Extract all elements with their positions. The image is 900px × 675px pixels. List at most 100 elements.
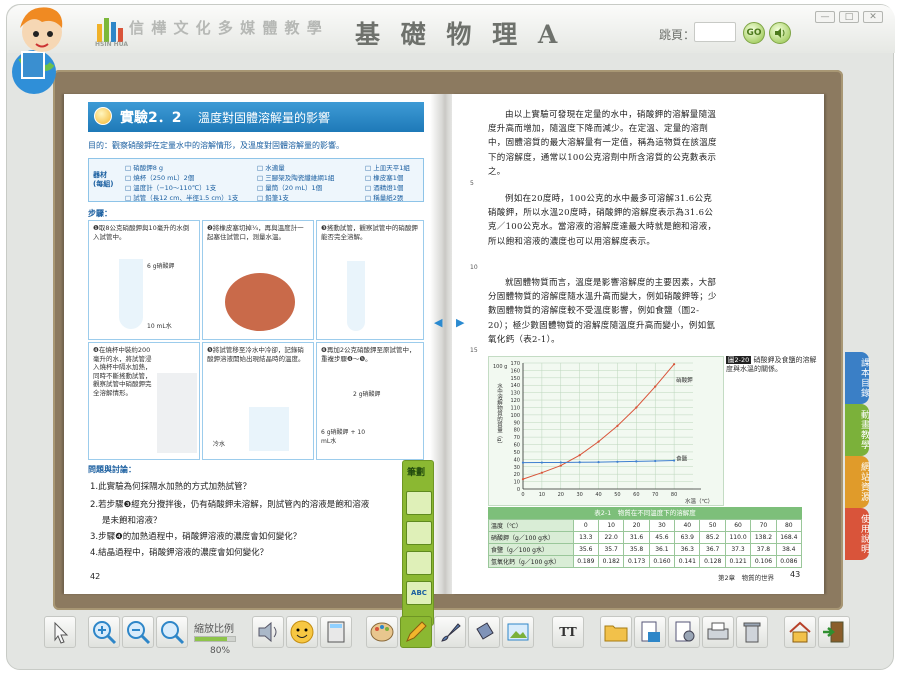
zoom-in-button[interactable] <box>88 616 120 648</box>
chapter-footer: 第2章 物質的世界 <box>718 574 775 582</box>
title-bar: 信 樺 文 化 多 媒 體 教 學 HSIN HUA 基 礎 物 理 A 跳頁：… <box>7 5 895 53</box>
open-button[interactable] <box>600 616 632 648</box>
prev-page-arrow-icon[interactable]: ◀ <box>434 316 442 329</box>
solubility-chart: 0 10 20 30 40 50 60 70 80 90 100 110 120 130 140 150 160… <box>488 356 724 506</box>
text-recognize-button[interactable]: ABC <box>406 581 432 605</box>
data-point <box>559 461 562 464</box>
go-button[interactable]: GO <box>743 22 765 44</box>
y-tick-label: 90 <box>514 420 520 426</box>
step-text: ❶取8公克硝酸鉀與10毫升的水倒入試管中。 <box>93 224 190 241</box>
table-cell: 溫度（℃） <box>488 519 574 532</box>
table-cell: 31.6 <box>623 531 650 544</box>
y-tick-label: 100 <box>510 413 520 419</box>
image-button[interactable] <box>502 616 534 648</box>
table-cell: 0.189 <box>572 555 599 568</box>
step-text: ❷將橡皮塞切掉¼，再與溫度計一起塞住試管口，測量水溫。 <box>207 224 304 241</box>
select-rect-button[interactable] <box>406 491 432 515</box>
material-item: □ 鉛筆1支 <box>257 194 289 202</box>
material-item: □ 三腳架及陶瓷纖維網1組 <box>257 174 335 182</box>
table-cell: 20 <box>623 519 650 532</box>
tab-label: 使用說明 <box>859 514 869 554</box>
pointer-button[interactable] <box>44 616 76 648</box>
zoom-out-button[interactable] <box>122 616 154 648</box>
jump-page-input[interactable] <box>694 22 736 42</box>
copy-stroke-button[interactable] <box>406 551 432 575</box>
line-number: 10 <box>470 264 478 271</box>
save-icon <box>641 621 660 642</box>
table-cell: 0 <box>572 519 599 532</box>
exit-button[interactable] <box>818 616 850 648</box>
chart-svg: 0102030405060708090100110120130140150160… <box>493 361 713 505</box>
step-text: ❹在燒杯中裝約200毫升的水，將試管浸入燒杯中隔水加熱，同時不斷搖動試管，觀察試… <box>93 346 152 397</box>
save-button[interactable] <box>634 616 666 648</box>
palette-icon <box>370 622 394 642</box>
next-page-arrow-icon[interactable]: ▶ <box>456 316 464 329</box>
table-cell: 38.4 <box>775 543 803 556</box>
experiment-title: 溫度對固體溶解量的影響 <box>198 111 331 125</box>
tab-label: 課本目錄 <box>859 358 869 398</box>
materials-box: 器材 (每組) □ 硝酸鉀8 g □ 燒杯（250 mL）2個 □ 溫度計（−1… <box>88 158 424 202</box>
brush-button[interactable] <box>434 616 466 648</box>
table-cell: 37.8 <box>750 543 777 556</box>
table-cell: 0.106 <box>750 555 777 568</box>
material-item: □ 上皿天平1組 <box>365 164 410 172</box>
mascot-icon <box>12 7 63 94</box>
select-free-button[interactable] <box>406 521 432 545</box>
palette-button[interactable] <box>366 616 398 648</box>
jump-page-label: 跳頁： <box>659 28 696 42</box>
solubility-table: 溫度（℃） 0 10 20 30 40 50 60 70 80 硝酸鉀（g／100 g水） 13.3… <box>488 519 803 568</box>
y-tick-label: 70 <box>514 435 520 441</box>
zoom-value: 80% <box>210 646 231 656</box>
data-point <box>540 471 543 474</box>
fill-button[interactable] <box>468 616 500 648</box>
calculator-button[interactable] <box>320 616 352 648</box>
y-tick-label: 30 <box>514 465 520 471</box>
x-tick-label: 50 <box>614 492 620 498</box>
print-button[interactable] <box>702 616 734 648</box>
zoom-fit-button[interactable] <box>156 616 188 648</box>
text-tool-button[interactable]: TT <box>552 616 584 648</box>
tab-contents[interactable]: 課本目錄 <box>845 352 869 404</box>
table-cell: 22.0 <box>597 531 625 544</box>
test-tube-illustration <box>347 261 365 331</box>
table-cell: 13.3 <box>572 531 599 544</box>
settings-button[interactable] <box>668 616 700 648</box>
data-point <box>635 460 638 463</box>
material-item: □ 水適量 <box>257 164 285 172</box>
step-label: 10 mL水 <box>147 323 172 330</box>
tab-animation[interactable]: 動畫教學 <box>845 404 869 456</box>
steps-label: 步驟： <box>88 209 112 218</box>
maximize-button[interactable]: □ <box>839 11 859 23</box>
question: 是未飽和溶液？ <box>102 516 162 526</box>
zoom-slider[interactable] <box>194 636 236 642</box>
material-item: □ 量筒（20 mL）1個 <box>257 184 323 192</box>
data-point <box>578 454 581 457</box>
material-item: □ 硝酸鉀8 g <box>125 164 164 172</box>
experiment-purpose: 目的：觀察硝酸鉀在定量水中的溶解情形，及溫度對固體溶解量的影響。 <box>88 141 344 150</box>
tab-web-resources[interactable]: 網站資源 <box>845 456 869 508</box>
pen-button[interactable] <box>400 616 432 648</box>
series-label: 食鹽 <box>676 455 688 463</box>
table-cell: 60 <box>724 519 752 532</box>
pen-stroke-menu: 筆劃 ABC <box>402 460 434 626</box>
table-cell: 36.1 <box>648 543 676 556</box>
step-4: ❹在燒杯中裝約200毫升的水，將試管浸入燒杯中隔水加熱，同時不斷搖動試管，觀察試… <box>88 342 200 460</box>
table-cell: 40 <box>674 519 701 532</box>
sound-button[interactable] <box>252 616 284 648</box>
home-button[interactable] <box>784 616 816 648</box>
question: 1.此實驗為何採隔水加熱的方式加熱試管？ <box>90 482 252 492</box>
clear-button[interactable] <box>736 616 768 648</box>
smiley-icon <box>290 620 314 644</box>
question: 3.步驟❹的加熱過程中，硝酸鉀溶液的濃度會如何變化？ <box>90 532 302 542</box>
x-tick-label: 60 <box>633 492 639 498</box>
table-cell: 110.0 <box>724 531 752 544</box>
emoticon-button[interactable] <box>286 616 318 648</box>
close-button[interactable]: ✕ <box>863 11 883 23</box>
data-point <box>654 385 657 388</box>
page-number-right: 43 <box>790 570 801 579</box>
data-point <box>521 478 525 481</box>
y-tick-label: 0 <box>517 487 520 493</box>
tab-help[interactable]: 使用說明 <box>845 508 869 560</box>
minimize-button[interactable]: — <box>815 11 835 23</box>
audio-button[interactable] <box>769 22 791 44</box>
